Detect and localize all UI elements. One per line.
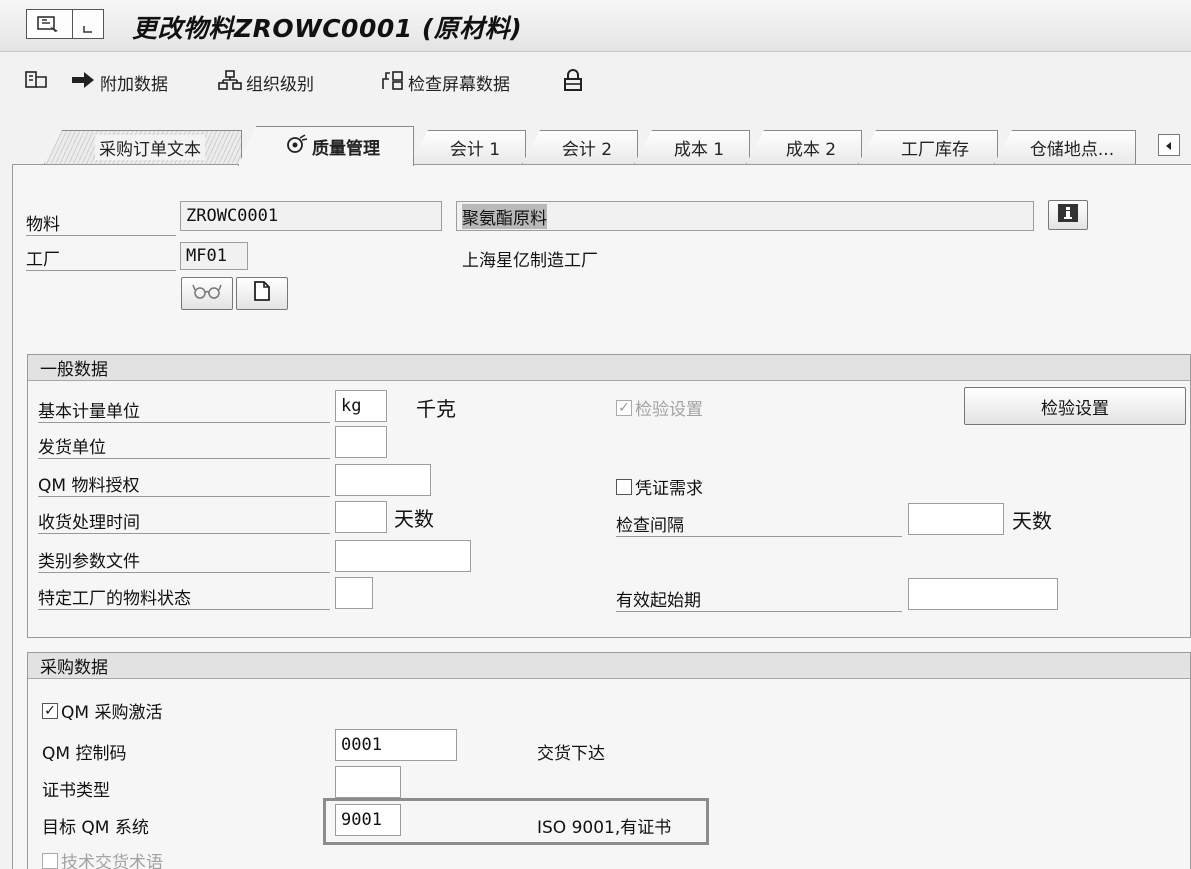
system-menu-icon[interactable] xyxy=(27,10,73,38)
qm-control-key-description: 交货下达 xyxy=(537,744,605,764)
page-title: 更改物料ZROWC0001 (原材料) xyxy=(132,14,523,43)
inspection-interval-field[interactable] xyxy=(908,503,1004,535)
dropdown-icon[interactable] xyxy=(73,10,103,38)
qm-control-key-field[interactable]: 0001 xyxy=(335,729,457,761)
checkbox-empty-icon xyxy=(616,478,632,495)
tab-label: 成本 1 xyxy=(673,140,725,160)
inspection-interval-unit: 天数 xyxy=(1012,509,1052,533)
inspection-setup-check-label: 检验设置 xyxy=(635,400,703,420)
technical-delivery-terms-checkbox[interactable]: 技术交货术语 xyxy=(42,848,163,869)
checkbox-check-icon: ✓ xyxy=(616,399,632,416)
display-view-button[interactable] xyxy=(181,277,233,310)
certificate-type-field[interactable] xyxy=(335,766,401,798)
plant-field[interactable]: MF01 xyxy=(180,242,248,270)
document-required-checkbox[interactable]: 凭证需求 xyxy=(616,474,703,499)
tab-po-text[interactable]: 采购订单文本 xyxy=(44,130,242,164)
qm-procurement-active-checkbox[interactable]: ✓ QM 采购激活 xyxy=(42,698,162,723)
gr-time-unit: 天数 xyxy=(394,507,434,531)
certificate-type-label: 证书类型 xyxy=(42,781,110,801)
tab-plant-stock[interactable]: 工厂库存 xyxy=(858,130,998,164)
lock-button[interactable] xyxy=(562,68,588,96)
base-uom-label: 基本计量单位 xyxy=(38,397,330,423)
tab-accounting-2[interactable]: 会计 2 xyxy=(522,130,638,164)
gr-processing-time-label: 收货处理时间 xyxy=(38,508,330,534)
issue-unit-field[interactable] xyxy=(335,426,387,458)
checkbox-check-icon: ✓ xyxy=(42,702,58,719)
org-levels-button[interactable]: 组织级别 xyxy=(218,68,314,96)
other-material-button[interactable] xyxy=(24,68,54,96)
qm-material-auth-field[interactable] xyxy=(335,464,431,496)
tab-label: 采购订单文本 xyxy=(95,135,205,160)
target-qm-system-description: ISO 9001,有证书 xyxy=(537,818,672,838)
check-screen-data-label: 检查屏幕数据 xyxy=(408,74,510,95)
application-toolbar: 附加数据 组织级别 检查屏幕数据 xyxy=(0,53,1191,109)
quality-icon xyxy=(286,134,308,159)
additional-data-label: 附加数据 xyxy=(100,74,168,95)
qm-procurement-active-label: QM 采购激活 xyxy=(61,703,163,723)
material-description-field[interactable]: 聚氨酯原料 xyxy=(456,201,1034,231)
additional-data-button[interactable]: 附加数据 xyxy=(70,68,168,96)
tab-label: 工厂库存 xyxy=(901,140,969,160)
tab-scroll-left-button[interactable] xyxy=(1158,134,1180,156)
procurement-data-title: 采购数据 xyxy=(28,653,1190,679)
hierarchy-check-icon xyxy=(380,69,408,96)
org-levels-label: 组织级别 xyxy=(246,74,314,95)
plant-label: 工厂 xyxy=(26,245,176,271)
class-profile-label: 类别参数文件 xyxy=(38,547,330,573)
technical-delivery-terms-label: 技术交货术语 xyxy=(61,853,163,869)
base-uom-field[interactable]: kg xyxy=(335,390,387,422)
system-menu-button[interactable] xyxy=(26,9,104,39)
plant-material-status-label: 特定工厂的物料状态 xyxy=(38,584,330,610)
tab-storage-location[interactable]: 仓储地点... xyxy=(994,130,1136,164)
general-data-title: 一般数据 xyxy=(28,355,1190,381)
inspection-interval-label: 检查间隔 xyxy=(616,511,902,537)
tab-costing-1[interactable]: 成本 1 xyxy=(634,130,750,164)
tab-accounting-1[interactable]: 会计 1 xyxy=(410,130,526,164)
issue-unit-label: 发货单位 xyxy=(38,433,330,459)
target-qm-system-label: 目标 QM 系统 xyxy=(42,818,149,838)
caret-left-icon xyxy=(1164,136,1174,155)
tab-costing-2[interactable]: 成本 2 xyxy=(746,130,862,164)
valid-from-label: 有效起始期 xyxy=(616,586,902,612)
info-button[interactable] xyxy=(1048,200,1088,230)
qm-control-key-label: QM 控制码 xyxy=(42,744,127,764)
info-icon xyxy=(1057,203,1079,228)
create-document-button[interactable] xyxy=(236,277,288,310)
glasses-icon xyxy=(192,282,222,305)
valid-from-field[interactable] xyxy=(908,578,1058,610)
document-icon xyxy=(253,280,271,307)
tab-label: 会计 2 xyxy=(561,140,613,160)
base-uom-description: 千克 xyxy=(416,397,456,421)
tab-label: 成本 2 xyxy=(785,140,837,160)
org-hierarchy-icon xyxy=(218,69,246,96)
gr-processing-time-field[interactable] xyxy=(335,501,387,533)
inspection-setup-checkbox[interactable]: ✓ 检验设置 xyxy=(616,395,703,420)
title-bar: 更改物料ZROWC0001 (原材料) xyxy=(0,0,1191,52)
document-required-label: 凭证需求 xyxy=(635,479,703,499)
class-profile-field[interactable] xyxy=(335,540,471,572)
plant-description: 上海星亿制造工厂 xyxy=(462,251,598,271)
switch-display-icon[interactable] xyxy=(24,69,54,96)
material-description-text: 聚氨酯原料 xyxy=(462,203,547,229)
check-screen-data-button[interactable]: 检查屏幕数据 xyxy=(380,68,510,96)
target-qm-system-field[interactable]: 9001 xyxy=(335,804,401,836)
checkbox-empty-icon xyxy=(42,852,58,869)
arrow-right-icon xyxy=(70,70,100,95)
lock-icon[interactable] xyxy=(562,68,588,97)
qm-material-auth-label: QM 物料授权 xyxy=(38,471,330,497)
tab-strip: 采购订单文本 质量管理 会计 1 会计 2 成本 1 成本 2 工厂库存 仓储地… xyxy=(0,120,1191,166)
tab-label: 质量管理 xyxy=(312,139,380,159)
tab-quality-management[interactable]: 质量管理 xyxy=(238,126,414,166)
material-field[interactable]: ZROWC0001 xyxy=(180,201,442,231)
material-label: 物料 xyxy=(26,210,176,236)
inspection-setup-button[interactable]: 检验设置 xyxy=(964,387,1186,425)
tab-label: 会计 1 xyxy=(449,140,501,160)
plant-material-status-field[interactable] xyxy=(335,577,373,609)
tab-label: 仓储地点... xyxy=(1029,140,1115,160)
